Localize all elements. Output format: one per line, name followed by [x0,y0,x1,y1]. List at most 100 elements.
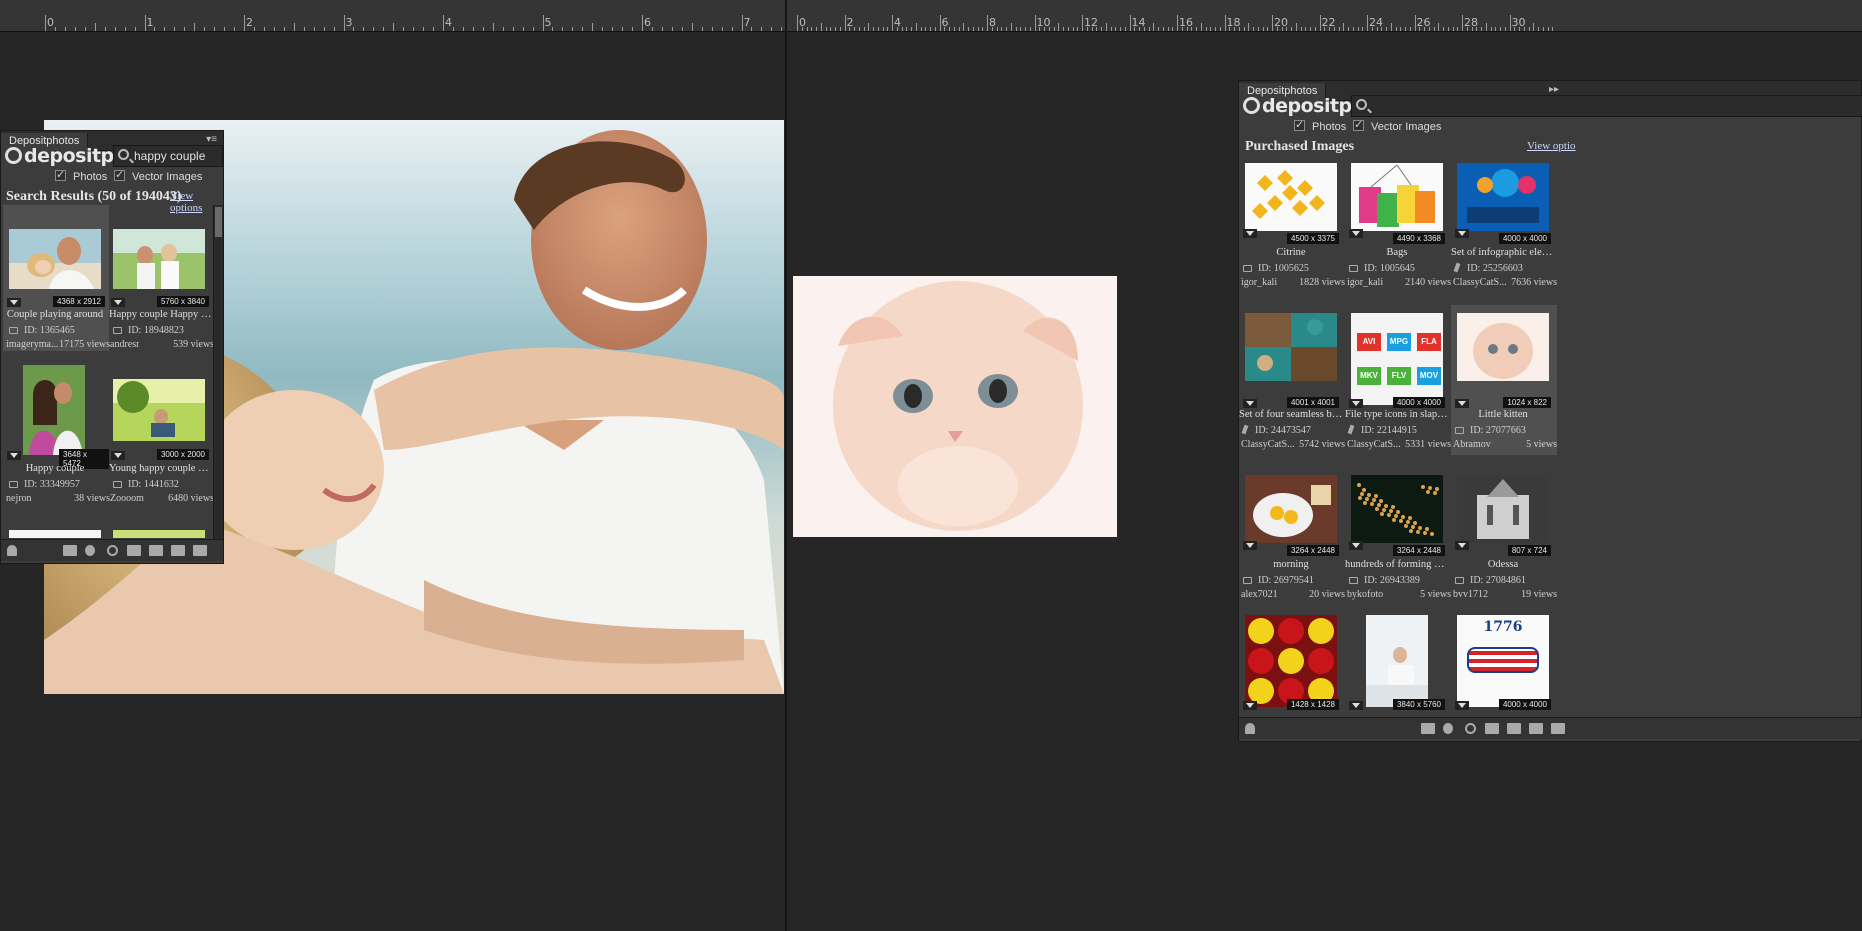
result-card[interactable]: 4368 x 2912 Couple playing around ID: 13… [3,205,110,351]
panel-collapse-icon[interactable]: ▸▸ [1549,84,1559,95]
panel-menu-icon[interactable]: ▾≡ [206,134,217,145]
filter-photos-checkbox[interactable]: Photos [55,168,107,183]
ruler-tick [939,15,941,31]
result-title: Happy couple [25,463,85,474]
purchased-thumbnail[interactable] [1245,163,1337,231]
filter-vector-checkbox[interactable]: Vector Images [114,168,202,183]
purchased-card[interactable]: 3264 x 2448 hundreds of forming a h... ID:… [1345,467,1451,617]
purchased-thumbnail[interactable] [1366,615,1428,707]
result-card[interactable]: 3000 x 2000 Young happy couple ou... ID:… [109,357,215,504]
purchased-card[interactable]: AVI MPG FLA MKV FLV MOV 4000 x 4000 File type i… [1345,305,1451,455]
dropdown-arrow-icon[interactable] [1349,701,1363,710]
cart-settings-icon[interactable] [1551,723,1565,734]
result-thumbnail[interactable] [23,365,85,455]
lightbox-icon[interactable] [149,545,163,556]
ruler-tick [1044,27,1045,31]
ruler-tick [1547,27,1549,31]
ruler-tick [1362,27,1364,31]
ruler-tick [174,27,176,31]
lightbulb-icon[interactable] [85,545,95,556]
purchased-card[interactable]: 4001 x 4001 Set of four seamless bac... ID… [1239,305,1345,455]
ruler-tick [781,27,783,31]
ruler-tick [1291,27,1292,31]
folder-icon[interactable] [1421,723,1435,734]
ruler-tick [1386,27,1387,31]
dropdown-arrow-icon[interactable] [1349,399,1363,408]
scrollbar-thumb[interactable] [215,207,222,237]
dropdown-arrow-icon[interactable] [1243,541,1257,550]
dropdown-arrow-icon[interactable] [1349,541,1363,550]
purchased-thumbnail[interactable] [1245,313,1337,405]
purchased-thumbnail[interactable] [1457,163,1549,231]
user-icon[interactable] [7,545,17,556]
purchased-thumbnail[interactable] [1351,163,1443,231]
file-type-label: FLV [1387,367,1411,385]
purchased-card[interactable]: 3264 x 2448 morning ID: 26979541 alex7021 20… [1239,467,1345,617]
result-card[interactable]: 3648 x 5472 Happy couple ID: 33349957 ne… [3,357,110,504]
ruler-tick [214,27,216,31]
filter-photos-checkbox[interactable]: Photos [1294,118,1346,133]
dropdown-arrow-icon[interactable] [1243,701,1257,710]
search-icon[interactable] [107,545,118,556]
ruler-tick [1528,27,1530,31]
dropdown-arrow-icon[interactable] [111,298,125,307]
purchased-card[interactable]: 1024 x 822 Little kitten ID: 27077663 Abram… [1451,305,1557,455]
result-thumbnail[interactable] [113,379,205,441]
folder-icon[interactable] [127,545,141,556]
purchased-card[interactable]: 4500 x 3375 Citrine ID: 1005625 igor_kali 18… [1239,155,1345,305]
folder-icon[interactable] [63,545,77,556]
folder-icon[interactable] [1485,723,1499,734]
dropdown-arrow-icon[interactable] [1455,541,1469,550]
purchased-thumbnail[interactable] [1245,615,1337,707]
ruler-tick [671,27,673,31]
result-thumbnail[interactable] [113,229,205,289]
view-options-link[interactable]: View optio [1527,140,1576,152]
purchased-card[interactable]: 4000 x 4000 Set of infographic eleme... ID… [1451,155,1557,305]
purchased-thumbnail[interactable]: 1776 [1457,615,1549,707]
ruler-tick [512,27,514,31]
purchased-thumbnail[interactable] [1457,313,1549,405]
purchased-card[interactable]: 4490 x 3368 Bags ID: 1005645 igor_kali 2140 … [1345,155,1451,305]
dropdown-arrow-icon[interactable] [1349,229,1363,238]
dropdown-arrow-icon[interactable] [1455,701,1469,710]
purchased-thumbnail[interactable] [1351,475,1443,543]
dropdown-arrow-icon[interactable] [1243,229,1257,238]
ruler-tick [1462,15,1463,31]
cart-icon[interactable] [1529,723,1543,734]
dropdown-arrow-icon[interactable] [1455,229,1469,238]
ruler-tick [991,27,993,31]
purchased-card[interactable]: 3840 x 5760 [1345,607,1451,710]
ruler-tick [1139,27,1140,31]
results-scrollbar[interactable] [213,205,223,539]
purchased-card[interactable]: 1428 x 1428 [1239,607,1345,710]
result-card[interactable]: 5760 x 3840 Happy couple Happy co... ID:… [109,205,215,351]
search-input[interactable]: happy couple [113,145,223,167]
ruler-tick [811,27,813,31]
purchased-card[interactable]: 807 x 724 Odessa ID: 27084861 bvv1712 19 vie… [1451,467,1557,617]
purchased-thumbnail[interactable] [1457,475,1549,543]
ruler-tick [1124,27,1126,31]
dropdown-arrow-icon[interactable] [1243,399,1257,408]
dropdown-arrow-icon[interactable] [111,451,125,460]
filter-vector-checkbox[interactable]: Vector Images [1353,118,1441,133]
file-type-label: MOV [1417,367,1441,385]
panel-footer [1239,717,1862,739]
dropdown-arrow-icon[interactable] [7,451,21,460]
lightbulb-icon[interactable] [1443,723,1453,734]
search-icon[interactable] [1465,723,1476,734]
purchased-thumbnail[interactable]: AVI MPG FLA MKV FLV MOV [1351,313,1443,405]
dropdown-arrow-icon[interactable] [1455,399,1469,408]
ruler-number: 7 [743,16,751,29]
cart-icon[interactable] [171,545,185,556]
ruler-tick [1048,27,1050,31]
purchased-card[interactable]: 1776 4000 x 4000 [1451,607,1557,710]
cart-settings-icon[interactable] [193,545,207,556]
ruler-tick [934,27,936,31]
search-input[interactable] [1351,95,1862,117]
user-icon[interactable] [1245,723,1255,734]
camera-icon [1455,577,1464,584]
result-thumbnail[interactable] [9,229,101,289]
purchased-thumbnail[interactable] [1245,475,1337,543]
dropdown-arrow-icon[interactable] [7,298,21,307]
lightbox-icon[interactable] [1507,723,1521,734]
